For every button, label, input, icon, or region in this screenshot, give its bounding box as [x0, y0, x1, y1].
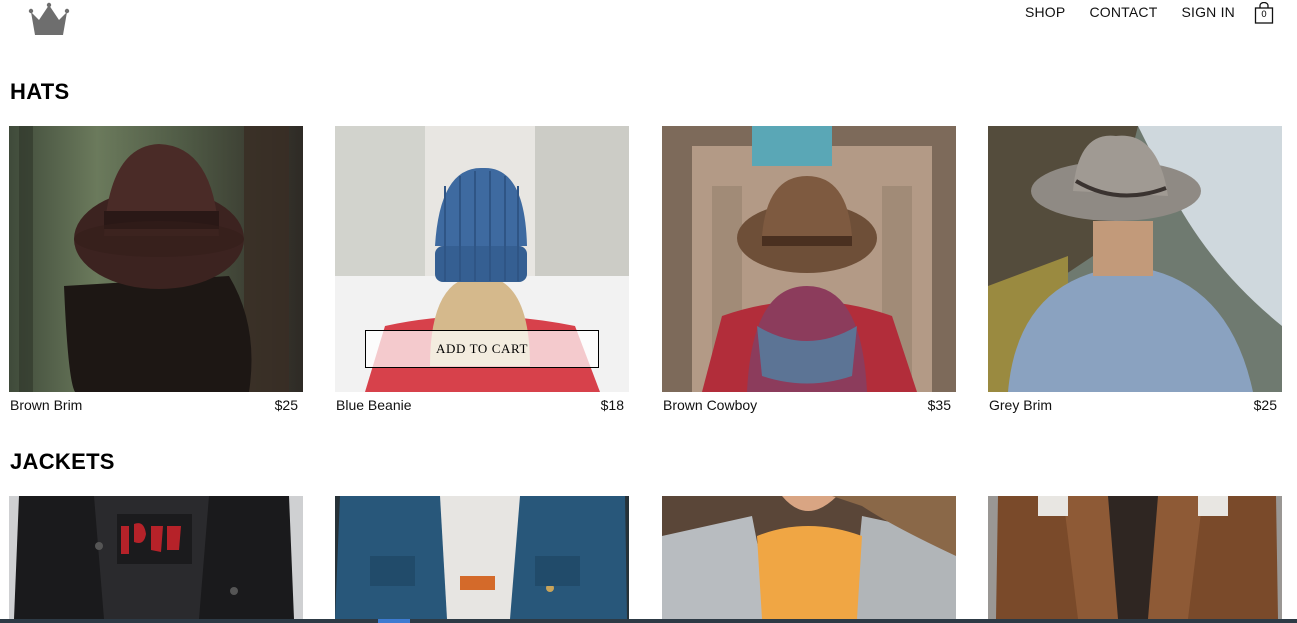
product-meta: Grey Brim $25	[988, 397, 1282, 413]
cart-item-count: 0	[1261, 10, 1267, 20]
product-name: Blue Beanie	[336, 397, 412, 413]
product-image[interactable]: ADD TO CART	[335, 126, 629, 392]
crown-logo-icon[interactable]	[28, 2, 70, 36]
section-title-jackets[interactable]: JACKETS	[10, 449, 115, 475]
section-title-hats[interactable]: HATS	[10, 79, 69, 105]
product-image[interactable]	[335, 496, 629, 619]
product-card[interactable]	[9, 496, 303, 619]
product-price: $25	[1253, 397, 1277, 413]
product-card[interactable]: Brown Brim $25	[9, 126, 303, 413]
main-nav: SHOP CONTACT SIGN IN	[1001, 4, 1235, 20]
product-image[interactable]	[9, 496, 303, 619]
product-image[interactable]	[988, 126, 1282, 392]
product-card[interactable]	[988, 496, 1282, 619]
product-meta: Brown Cowboy $35	[662, 397, 956, 413]
product-card[interactable]: Brown Cowboy $35	[662, 126, 956, 413]
add-to-cart-button[interactable]: ADD TO CART	[365, 330, 599, 368]
taskbar-active-segment	[378, 619, 410, 623]
product-image[interactable]	[662, 126, 956, 392]
product-name: Grey Brim	[989, 397, 1052, 413]
product-card[interactable]	[662, 496, 956, 619]
product-name: Brown Cowboy	[663, 397, 758, 413]
nav-contact-link[interactable]: CONTACT	[1089, 4, 1157, 20]
nav-sign-in-link[interactable]: SIGN IN	[1181, 4, 1235, 20]
product-meta: Brown Brim $25	[9, 397, 303, 413]
product-price: $25	[274, 397, 298, 413]
product-name: Brown Brim	[10, 397, 83, 413]
taskbar-strip	[0, 619, 1297, 623]
product-price: $35	[927, 397, 951, 413]
header: SHOP CONTACT SIGN IN 0	[0, 0, 1297, 40]
product-price: $18	[600, 397, 624, 413]
product-meta: Blue Beanie $18	[335, 397, 629, 413]
nav-shop-link[interactable]: SHOP	[1025, 4, 1065, 20]
product-image[interactable]	[662, 496, 956, 619]
product-card[interactable]: Grey Brim $25	[988, 126, 1282, 413]
product-image[interactable]	[9, 126, 303, 392]
product-image[interactable]	[988, 496, 1282, 619]
cart-button[interactable]: 0	[1254, 1, 1274, 24]
product-card[interactable]: ADD TO CART Blue Beanie $18	[335, 126, 629, 413]
product-card[interactable]	[335, 496, 629, 619]
